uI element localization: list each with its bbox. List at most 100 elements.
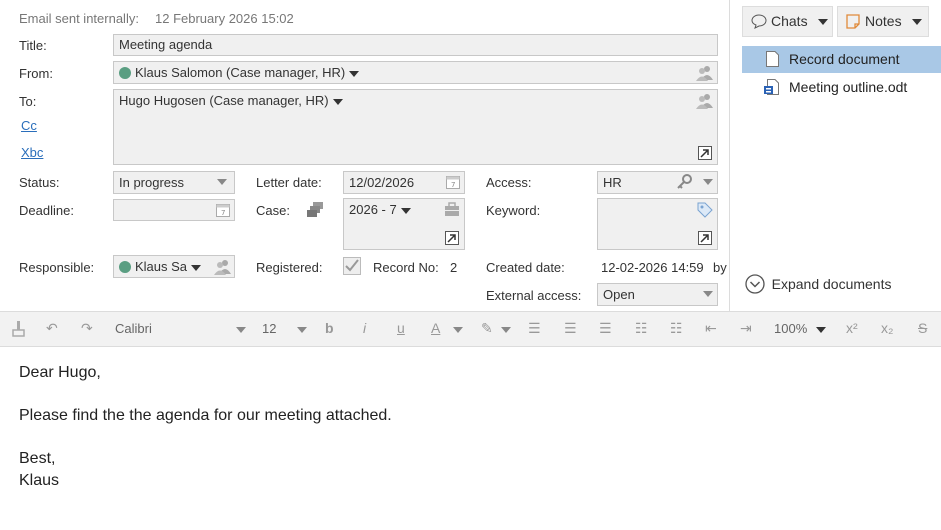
key-icon (677, 174, 692, 189)
to-field[interactable]: Hugo Hugosen (Case manager, HR) (113, 89, 718, 165)
chat-bubble-icon (751, 14, 767, 29)
font-size-select[interactable]: 12 (262, 321, 276, 336)
presence-dot (119, 67, 131, 79)
to-value: Hugo Hugosen (Case manager, HR) (119, 93, 329, 108)
calendar-icon[interactable]: 7 (446, 174, 460, 189)
presence-dot (119, 261, 131, 273)
external-access-select[interactable]: Open (597, 283, 718, 306)
highlight-icon[interactable]: ✎ (481, 320, 493, 337)
chevron-down-icon[interactable] (236, 327, 246, 333)
format-painter-icon[interactable] (12, 321, 26, 338)
external-access-value: Open (603, 287, 635, 302)
tag-icon[interactable] (697, 202, 713, 218)
responsible-label: Responsible: (19, 260, 95, 275)
svg-text:7: 7 (221, 209, 225, 217)
chevron-down-icon[interactable] (816, 327, 826, 333)
expand-field-icon[interactable] (698, 146, 712, 160)
align-right-icon[interactable]: ☰ (599, 320, 612, 337)
expand-documents-label: Expand documents (771, 276, 892, 292)
from-value: Klaus Salomon (Case manager, HR) (135, 65, 346, 80)
sent-date: 12 February 2026 15:02 (155, 11, 294, 26)
superscript-icon[interactable]: x² (846, 320, 858, 336)
expand-field-icon[interactable] (698, 231, 712, 245)
briefcase-icon[interactable] (444, 202, 460, 217)
from-label: From: (19, 66, 53, 81)
created-by-fragment: by (713, 260, 727, 275)
document-item-outline[interactable]: Meeting outline.odt (742, 74, 941, 101)
svg-text:7: 7 (451, 181, 455, 189)
status-label: Status: (19, 175, 60, 190)
notes-button[interactable]: Notes (837, 6, 929, 37)
access-select[interactable]: HR (597, 171, 718, 194)
body-line: Dear Hugo, (19, 364, 101, 381)
chevron-down-icon[interactable] (217, 179, 227, 185)
bullet-list-icon[interactable]: ☷ (635, 320, 648, 337)
cc-link[interactable]: Cc (21, 118, 37, 133)
to-dropdown-icon[interactable] (332, 98, 343, 105)
align-left-icon[interactable]: ☰ (528, 320, 541, 337)
chats-button[interactable]: Chats (742, 6, 833, 37)
font-family-select[interactable]: Calibri (115, 321, 152, 336)
chevron-down-icon (817, 19, 828, 26)
odt-file-icon (764, 79, 779, 95)
chevron-down-icon[interactable] (453, 327, 463, 333)
access-value: HR (603, 175, 622, 190)
to-label: To: (19, 94, 37, 109)
bcc-link[interactable]: Xbc (21, 145, 43, 160)
page-icon (766, 51, 779, 67)
case-dropdown-icon[interactable] (400, 207, 411, 214)
registered-checkbox[interactable] (343, 257, 361, 275)
from-field[interactable]: Klaus Salomon (Case manager, HR) (113, 61, 718, 84)
expand-documents-button[interactable]: Expand documents (745, 274, 891, 296)
access-label: Access: (486, 175, 532, 190)
chevron-down-icon[interactable] (703, 179, 713, 185)
undo-icon[interactable]: ↶ (46, 320, 58, 337)
note-icon (846, 14, 860, 29)
responsible-value: Klaus Sa (135, 259, 188, 274)
notes-label: Notes (865, 13, 902, 29)
underline-icon[interactable]: u (397, 320, 405, 336)
keyword-label: Keyword: (486, 203, 541, 218)
document-name: Meeting outline.odt (789, 79, 908, 95)
bold-icon[interactable]: b (325, 320, 334, 336)
title-label: Title: (19, 38, 47, 53)
font-color-icon[interactable]: A (431, 320, 440, 336)
outdent-icon[interactable]: ⇤ (705, 320, 717, 337)
chevron-down-icon[interactable] (501, 327, 511, 333)
indent-icon[interactable]: ⇥ (740, 320, 752, 337)
panel-divider (729, 0, 730, 311)
align-center-icon[interactable]: ☰ (564, 320, 577, 337)
numbered-list-icon[interactable]: ☷ (670, 320, 683, 337)
chevron-down-icon[interactable] (703, 291, 713, 297)
editor-toolbar: ↶ ↷ Calibri 12 b i u A ✎ ☰ ☰ ☰ ☷ ☷ ⇤ ⇥ 1… (0, 311, 941, 347)
title-input[interactable]: Meeting agenda (113, 34, 718, 56)
registered-label: Registered: (256, 260, 323, 275)
record-no-value: 2 (450, 260, 458, 275)
responsible-dropdown-icon[interactable] (191, 264, 202, 271)
italic-icon[interactable]: i (363, 320, 366, 336)
letter-date-label: Letter date: (256, 175, 322, 190)
body-line: Best, (19, 450, 56, 467)
redo-icon[interactable]: ↷ (81, 320, 93, 337)
status-value: In progress (119, 175, 185, 190)
chevron-down-circle-icon (745, 274, 765, 294)
message-body[interactable]: Dear Hugo, Please find the the agenda fo… (19, 362, 392, 492)
document-item-record[interactable]: Record document (742, 46, 941, 73)
contacts-icon[interactable] (696, 93, 714, 109)
deadline-label: Deadline: (19, 203, 74, 218)
contacts-icon[interactable] (696, 65, 714, 81)
zoom-select[interactable]: 100% (774, 321, 807, 336)
external-access-label: External access: (486, 288, 582, 303)
chevron-down-icon[interactable] (297, 327, 307, 333)
calendar-icon[interactable]: 7 (216, 202, 230, 217)
expand-field-icon[interactable] (445, 231, 459, 245)
body-line: Klaus (19, 472, 60, 489)
subscript-icon[interactable]: x₂ (881, 320, 893, 336)
contacts-icon[interactable] (214, 259, 232, 275)
cases-icon[interactable] (307, 201, 325, 217)
strikethrough-icon[interactable]: S (918, 320, 927, 336)
sent-label: Email sent internally: (19, 11, 139, 26)
from-dropdown-icon[interactable] (349, 70, 360, 77)
